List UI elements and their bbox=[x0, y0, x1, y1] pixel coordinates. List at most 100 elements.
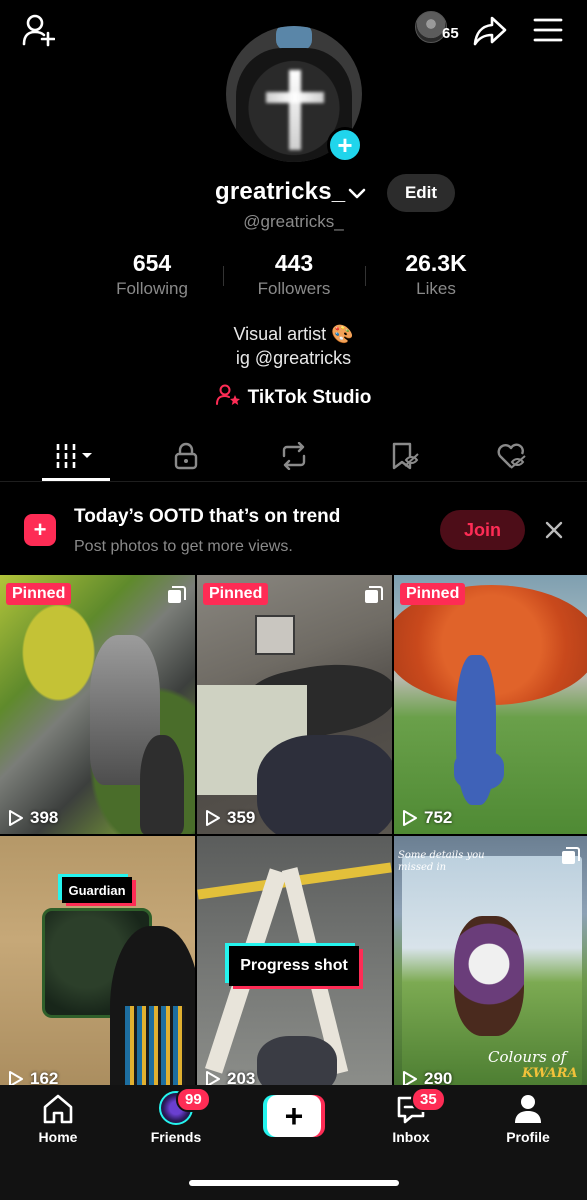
nav-label: Home bbox=[38, 1129, 78, 1145]
stat-following[interactable]: 654 Following bbox=[92, 250, 212, 299]
view-count-value: 162 bbox=[30, 1069, 59, 1085]
painting-figure bbox=[140, 735, 184, 834]
stat-likes[interactable]: 26.3K Likes bbox=[376, 250, 496, 299]
bio-line: ig @greatricks bbox=[235, 348, 352, 368]
tab-reposts[interactable] bbox=[235, 430, 352, 482]
view-count: 398 bbox=[8, 808, 58, 828]
multi-photo-icon bbox=[562, 847, 580, 864]
stat-divider bbox=[223, 266, 224, 286]
tab-videos[interactable] bbox=[20, 430, 137, 482]
home-icon bbox=[43, 1094, 73, 1124]
painting-scarf bbox=[125, 1006, 185, 1085]
add-avatar-plus-icon[interactable]: + bbox=[327, 127, 363, 163]
play-icon bbox=[206, 810, 220, 826]
multi-photo-icon bbox=[168, 586, 186, 603]
chevron-down-icon[interactable] bbox=[346, 182, 368, 204]
stat-label: Likes bbox=[416, 279, 456, 298]
avatar-photo-cross bbox=[289, 70, 301, 150]
studio-user-star-icon bbox=[215, 384, 242, 411]
video-grid: Pinned 398 Pinned 359 Pinned 752 Guardia… bbox=[0, 575, 587, 1085]
stat-followers[interactable]: 443 Followers bbox=[234, 250, 354, 299]
stat-label: Followers bbox=[257, 279, 331, 298]
profile-viewers-count: 65 bbox=[442, 25, 459, 42]
video-tile[interactable]: Pinned 359 bbox=[197, 575, 392, 834]
nav-label: Profile bbox=[506, 1129, 550, 1145]
tab-liked[interactable] bbox=[453, 430, 570, 482]
profile-bio: Visual artist 🎨 ig @greatricks bbox=[0, 322, 587, 370]
painting-shoes bbox=[257, 1036, 337, 1085]
active-tab-indicator bbox=[42, 478, 110, 481]
video-tile[interactable]: Guardian 162 bbox=[0, 836, 195, 1085]
nav-inbox[interactable]: Inbox 35 bbox=[361, 1087, 461, 1153]
friends-badge: 99 bbox=[176, 1087, 211, 1112]
edit-profile-button[interactable]: Edit bbox=[387, 174, 455, 212]
studio-label: TikTok Studio bbox=[247, 386, 372, 408]
video-tile[interactable]: Pinned 398 bbox=[0, 575, 195, 834]
username[interactable]: greatricks_ bbox=[215, 178, 345, 206]
bio-line: Visual artist 🎨 bbox=[233, 324, 354, 344]
pinned-badge: Pinned bbox=[203, 583, 269, 605]
video-tile[interactable]: Some details you missed in Colours of KW… bbox=[394, 836, 587, 1085]
view-count-value: 752 bbox=[424, 808, 453, 827]
stat-value: 26.3K bbox=[405, 250, 467, 276]
videos-grid-icon bbox=[56, 444, 92, 468]
tab-favorites[interactable] bbox=[345, 430, 462, 482]
repost-icon bbox=[282, 442, 305, 470]
banner-title: Today’s OOTD that’s on trend bbox=[74, 506, 341, 527]
liked-hidden-icon bbox=[497, 443, 526, 469]
view-count: 203 bbox=[205, 1069, 255, 1085]
video-overlay-label: Progress shot bbox=[229, 946, 359, 986]
nav-friends[interactable]: Friends 99 bbox=[126, 1087, 226, 1153]
plus-icon: + bbox=[267, 1095, 321, 1137]
inbox-badge: 35 bbox=[411, 1087, 446, 1112]
tiktok-studio-link[interactable]: TikTok Studio bbox=[0, 384, 587, 411]
stat-divider bbox=[365, 266, 366, 286]
video-tile[interactable]: Pinned 752 bbox=[394, 575, 587, 834]
view-count-value: 359 bbox=[227, 808, 256, 827]
lock-icon bbox=[174, 442, 197, 470]
painting-horse-rider bbox=[454, 916, 524, 1036]
nav-label: Friends bbox=[150, 1129, 202, 1145]
caption-top: Some details you missed in bbox=[398, 850, 485, 873]
ootd-banner[interactable]: + Today’s OOTD that’s on trend Post phot… bbox=[0, 490, 587, 572]
play-icon bbox=[9, 1071, 23, 1085]
video-overlay-label: Guardian bbox=[62, 877, 132, 903]
camera-plus-icon: + bbox=[24, 514, 56, 546]
nav-profile[interactable]: Profile bbox=[478, 1093, 578, 1153]
multi-photo-icon bbox=[365, 586, 383, 603]
close-icon[interactable] bbox=[540, 516, 568, 544]
view-count: 162 bbox=[8, 1069, 58, 1085]
add-friend-icon[interactable] bbox=[18, 10, 58, 50]
caption-bottom: Colours of bbox=[488, 1048, 567, 1066]
play-icon bbox=[403, 810, 417, 826]
create-button[interactable]: + bbox=[263, 1095, 325, 1137]
menu-icon[interactable] bbox=[528, 10, 568, 50]
profile-viewers-button[interactable]: 65 bbox=[415, 11, 465, 47]
join-button[interactable]: Join bbox=[440, 510, 525, 550]
play-icon bbox=[206, 1071, 220, 1085]
profile-tabs bbox=[0, 430, 587, 482]
home-indicator bbox=[189, 1180, 399, 1186]
stat-value: 654 bbox=[132, 250, 172, 276]
play-icon bbox=[403, 1071, 417, 1085]
tab-private[interactable] bbox=[127, 430, 244, 482]
painting-socket bbox=[255, 615, 295, 655]
nav-label: Inbox bbox=[392, 1129, 430, 1145]
share-icon[interactable] bbox=[470, 10, 510, 50]
profile-icon bbox=[515, 1095, 541, 1123]
user-handle: @greatricks_ bbox=[243, 212, 344, 231]
view-count: 752 bbox=[402, 808, 452, 828]
video-tile[interactable]: Progress shot 203 bbox=[197, 836, 392, 1085]
caption-bottom: KWARA bbox=[522, 1066, 578, 1081]
view-count: 290 bbox=[402, 1069, 452, 1085]
pinned-badge: Pinned bbox=[6, 583, 72, 605]
avatar-photo-cross-bar bbox=[266, 92, 324, 103]
pinned-badge: Pinned bbox=[400, 583, 466, 605]
view-count-value: 290 bbox=[424, 1069, 453, 1085]
play-icon bbox=[9, 810, 23, 826]
favorites-icon bbox=[392, 442, 419, 470]
nav-home[interactable]: Home bbox=[8, 1093, 108, 1153]
painting-sleeve bbox=[257, 735, 392, 834]
painting-figure bbox=[454, 750, 504, 790]
view-count: 359 bbox=[205, 808, 255, 828]
